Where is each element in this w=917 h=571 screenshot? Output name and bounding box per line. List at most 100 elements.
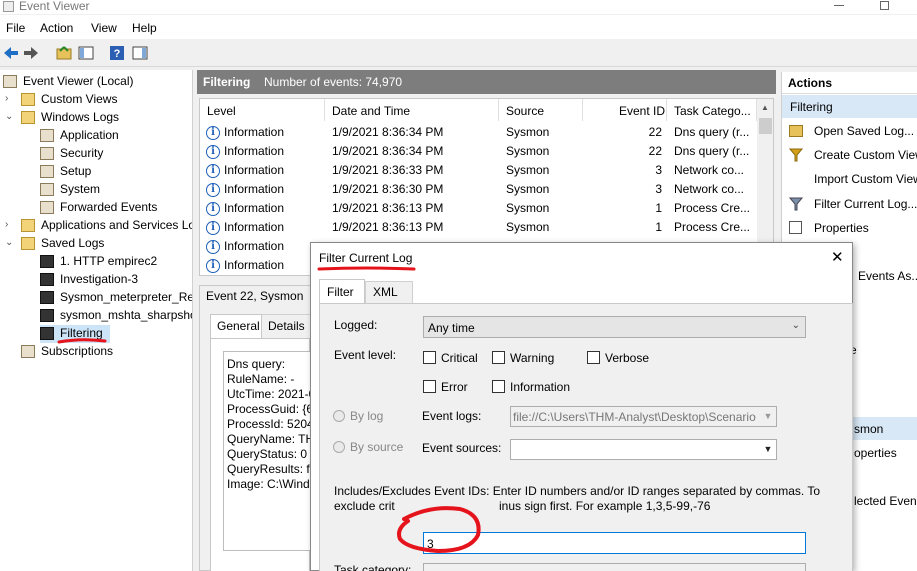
tab-general[interactable]: General — [210, 314, 262, 338]
scroll-up-icon[interactable]: ▲ — [761, 103, 769, 112]
scroll-thumb[interactable] — [759, 118, 772, 134]
critical-checkbox[interactable] — [423, 351, 436, 364]
log-title: Filtering — [203, 75, 251, 89]
minimize-icon[interactable] — [834, 5, 844, 6]
title-bar: Event Viewer — [0, 0, 917, 14]
tree-label: System — [60, 182, 101, 196]
folder-icon — [21, 93, 35, 106]
collapse-icon[interactable]: ⌄ — [5, 237, 13, 248]
tab-xml[interactable]: XML — [365, 281, 413, 303]
error-checkbox[interactable] — [423, 380, 436, 393]
toolbar: ? — [0, 40, 917, 67]
warning-checkbox[interactable] — [492, 351, 505, 364]
tree-label: Windows Logs — [41, 110, 120, 124]
dropdown-arrow-icon[interactable]: ▼ — [760, 407, 776, 426]
action-import-custom-view[interactable]: Import Custom View — [814, 172, 917, 186]
by-source-radio[interactable] — [333, 441, 345, 453]
menu-help[interactable]: Help — [132, 21, 157, 35]
log-icon — [40, 183, 54, 196]
event-ids-help-2a: exclude crit — [334, 499, 395, 513]
chevron-down-icon: ⌄ — [791, 320, 800, 331]
table-row[interactable]: i Information 1/9/2021 8:36:30 PM Sysmon… — [200, 180, 757, 199]
event-sources-label: Event sources: — [422, 441, 502, 455]
window-title: Event Viewer — [19, 0, 90, 13]
info-icon: i — [206, 202, 220, 216]
expand-icon[interactable]: › — [5, 219, 8, 230]
action-filter-current-log[interactable]: Filter Current Log... — [814, 197, 917, 211]
tree-label: Custom Views — [41, 92, 118, 106]
help-icon[interactable]: ? — [108, 44, 126, 62]
saved-log-icon — [40, 255, 54, 268]
saved-log-icon — [40, 327, 54, 340]
event-ids-help-2b: inus sign first. For example 1,3,5-99,-7… — [499, 499, 711, 513]
action-open-saved-log[interactable]: Open Saved Log... — [814, 124, 914, 138]
actions-header: Actions — [782, 72, 917, 94]
up-folder-icon[interactable] — [55, 44, 73, 62]
column-header-source[interactable]: Source — [499, 99, 583, 121]
log-icon — [40, 129, 54, 142]
tree-label: Sysmon_meterpreter_Ref — [60, 290, 193, 304]
table-row[interactable]: i Information 1/9/2021 8:36:13 PM Sysmon… — [200, 199, 757, 218]
red-underline-annotation — [317, 266, 416, 271]
saved-log-icon — [40, 309, 54, 322]
detail-text: Dns query: RuleName: - UtcTime: 2021-0 P… — [227, 357, 311, 491]
tree-label: Forwarded Events — [60, 200, 158, 214]
info-icon: i — [206, 126, 220, 140]
log-icon — [40, 201, 54, 214]
back-arrow-icon[interactable] — [2, 44, 20, 62]
menu-view[interactable]: View — [91, 21, 117, 35]
by-log-radio[interactable] — [333, 410, 345, 422]
logged-select[interactable]: Any time ⌄ — [423, 316, 806, 338]
info-icon: i — [206, 145, 220, 159]
navigation-tree: Event Viewer (Local) › Custom Views ⌄ Wi… — [0, 70, 193, 571]
saved-log-icon — [40, 273, 54, 286]
action-properties[interactable]: Properties — [814, 221, 869, 235]
action-copy-selected-event[interactable]: lected Event — [854, 494, 917, 508]
svg-text:?: ? — [114, 48, 121, 60]
column-header-date[interactable]: Date and Time — [325, 99, 499, 121]
column-header-task[interactable]: Task Catego... — [667, 99, 757, 121]
menu-action[interactable]: Action — [40, 21, 73, 35]
maximize-icon[interactable] — [880, 1, 889, 10]
properties-icon — [789, 221, 802, 234]
event-sources-field[interactable]: ▼ — [510, 439, 777, 460]
table-row[interactable]: i Information 1/9/2021 8:36:34 PM Sysmon… — [200, 142, 757, 161]
forward-arrow-icon[interactable] — [22, 44, 40, 62]
menu-file[interactable]: File — [6, 21, 25, 35]
show-action-pane-icon[interactable] — [131, 44, 149, 62]
filter-dialog: Filter Current Log ✕ Filter XML Logged: … — [310, 242, 853, 571]
information-label: Information — [510, 380, 571, 394]
task-category-field[interactable] — [423, 563, 806, 571]
show-hide-tree-icon[interactable] — [77, 44, 95, 62]
event-logs-field[interactable]: file://C:\Users\THM-Analyst\Desktop\Scen… — [510, 406, 777, 427]
action-create-custom-view[interactable]: Create Custom View — [814, 148, 917, 162]
dropdown-arrow-icon[interactable]: ▼ — [760, 440, 776, 459]
detail-general-panel: Dns query: RuleName: - UtcTime: 2021-0 P… — [210, 338, 311, 571]
verbose-checkbox[interactable] — [587, 351, 600, 364]
tab-filter[interactable]: Filter — [319, 279, 365, 303]
collapse-icon[interactable]: ⌄ — [5, 111, 13, 122]
table-row[interactable]: i Information 1/9/2021 8:36:34 PM Sysmon… — [200, 123, 757, 142]
verbose-label: Verbose — [605, 351, 650, 365]
close-icon[interactable]: ✕ — [831, 248, 844, 266]
task-category-label: Task category: — [334, 563, 412, 571]
detail-text-box: Dns query: RuleName: - UtcTime: 2021-0 P… — [223, 351, 311, 551]
log-icon — [40, 147, 54, 160]
by-source-label: By source — [350, 440, 404, 454]
expand-icon[interactable]: › — [5, 93, 8, 104]
column-header-event-id[interactable]: Event ID — [583, 99, 667, 121]
table-row[interactable]: i Information 1/9/2021 8:36:13 PM Sysmon… — [200, 218, 757, 237]
tree-label: Investigation-3 — [60, 272, 139, 286]
folder-icon — [21, 219, 35, 232]
tree-label: Application — [60, 128, 119, 142]
information-checkbox[interactable] — [492, 380, 505, 393]
table-row[interactable]: i Information 1/9/2021 8:36:33 PM Sysmon… — [200, 161, 757, 180]
event-level-label: Event level: — [334, 348, 397, 362]
red-underline-annotation — [57, 338, 107, 344]
action-event-properties[interactable]: operties — [854, 446, 897, 460]
column-header-level[interactable]: Level — [200, 99, 325, 121]
action-save-events-as[interactable]: Events As... — [858, 269, 917, 283]
filter-icon — [789, 197, 803, 211]
actions-section-filtering[interactable]: Filtering — [782, 95, 917, 118]
tab-details[interactable]: Details — [262, 316, 310, 338]
